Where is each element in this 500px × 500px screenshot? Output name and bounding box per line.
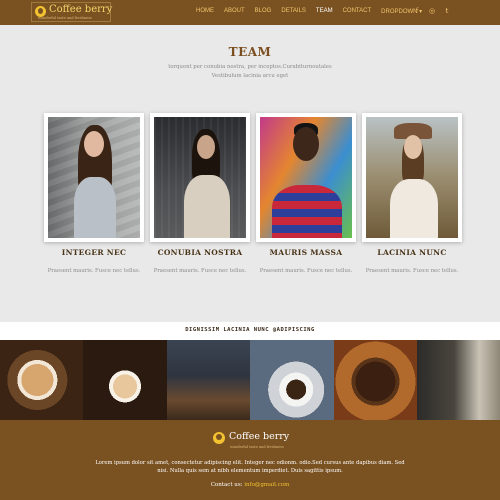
team-photo[interactable] [362,113,462,242]
member-name: LACINIA NUNC [377,248,447,257]
footer-contact: Contact us: info@gmail.com [0,482,500,488]
team-subtitle: torquent per conubia nostra, per incepto… [168,64,332,79]
team-photo[interactable] [44,113,144,242]
gallery-image[interactable] [0,340,83,420]
nav-home[interactable]: HOME [196,8,214,18]
footer-tagline: wonderful taste and freshness [230,445,284,449]
team-cards: INTEGER NEC Praesent mauris. Fusce nec t… [44,113,464,293]
facebook-icon[interactable]: f [414,7,420,15]
member-desc: Praesent mauris. Fusce nec tellus. [259,268,353,274]
social-links: f ◎ t [414,7,450,15]
member-desc: Praesent mauris. Fusce nec tellus. [365,268,459,274]
gallery-image[interactable] [83,340,167,420]
contact-email-link[interactable]: info@gmail.com [244,482,289,488]
team-photo[interactable] [150,113,250,242]
team-photo[interactable] [256,113,356,242]
nav-team[interactable]: TEAM [316,8,333,18]
gallery-image[interactable] [250,340,334,420]
member-name: CONUBIA NOSTRA [157,248,243,257]
nav-details[interactable]: DETAILS [281,8,306,18]
footer-logo-name: Coffee berry [229,431,290,442]
footer: Coffee berry wonderful taste and freshne… [0,420,500,500]
team-title: TEAM [228,45,272,59]
footer-text: Lorem ipsum dolor sit amet, consectetur … [95,460,405,474]
gallery-image[interactable] [334,340,417,420]
top-header: Coffee berry wonderful taste and freshne… [0,0,500,25]
site-logo[interactable]: Coffee berry wonderful taste and freshne… [31,2,113,22]
twitter-icon[interactable]: t [444,7,450,15]
member-name: INTEGER NEC [61,248,127,257]
member-name: MAURIS MASSA [269,248,343,257]
banner: DIGNISSIM LACINIA NUNC @ADIPISCING [0,322,500,340]
nav-contact[interactable]: CONTACT [343,8,372,18]
contact-label: Contact us: [210,482,243,488]
nav-about[interactable]: ABOUT [224,8,245,18]
coffee-cup-icon [213,432,225,444]
gallery-image[interactable] [167,340,250,420]
member-desc: Praesent mauris. Fusce nec tellus. [47,268,141,274]
main-nav: HOME ABOUT BLOG DETAILS TEAM CONTACT DRO… [196,8,422,18]
gallery-image[interactable] [417,340,500,420]
nav-dropdown-label: DROPDOWN [381,9,418,15]
footer-logo[interactable]: Coffee berry [213,431,293,445]
banner-text: DIGNISSIM LACINIA NUNC @ADIPISCING [185,327,315,333]
coffee-gallery [0,340,500,420]
logo-tagline: wonderful taste and freshness [38,16,92,20]
logo-name: Coffee berry [49,4,113,15]
member-desc: Praesent mauris. Fusce nec tellus. [153,268,247,274]
nav-blog[interactable]: BLOG [255,8,272,18]
instagram-icon[interactable]: ◎ [429,7,435,15]
